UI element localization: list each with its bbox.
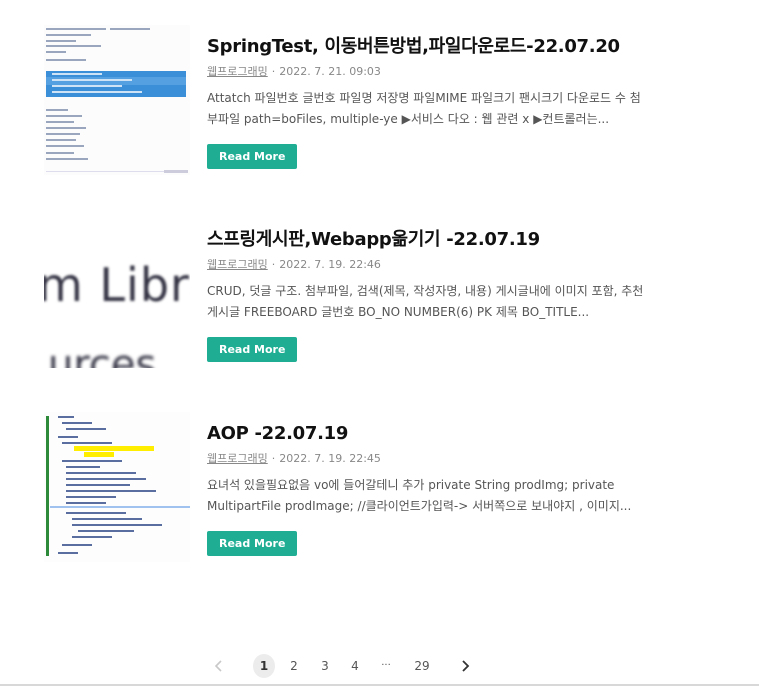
post-excerpt: Attatch 파일번호 글번호 파일명 저장명 파일MIME 파일크기 팬시크… xyxy=(207,91,641,126)
code-screenshot-thumbnail xyxy=(44,412,190,562)
post-thumbnail[interactable] xyxy=(44,25,190,175)
pagination: 1 2 3 4 ··· 29 xyxy=(0,654,759,678)
page-last-button[interactable]: 29 xyxy=(410,654,434,678)
post-date: 2022. 7. 19. 22:45 xyxy=(279,452,381,465)
chevron-right-icon[interactable] xyxy=(460,654,476,678)
post-card: m Libra urces 스프링게시판,Webapp옮기기 -22.07.19… xyxy=(44,218,744,368)
post-excerpt: CRUD, 덧글 구조. 첨부파일, 검색(제목, 작성자명, 내용) 게시글내… xyxy=(207,284,644,319)
page-1-button[interactable]: 1 xyxy=(253,654,275,678)
read-more-button[interactable]: Read More xyxy=(207,337,298,362)
pagination-ellipsis: ··· xyxy=(381,660,391,671)
page-4-button[interactable]: 4 xyxy=(346,654,364,678)
page-2-button[interactable]: 2 xyxy=(285,654,303,678)
post-author[interactable]: 웹프로그래밍 xyxy=(207,258,268,271)
post-card: AOP -22.07.19 웹프로그래밍 · 2022. 7. 19. 22:45 … xyxy=(44,412,744,562)
post-date: 2022. 7. 19. 22:46 xyxy=(279,258,381,271)
meta-separator: · xyxy=(271,258,276,271)
meta-separator: · xyxy=(271,452,276,465)
thumbnail-text: m Libra xyxy=(44,258,190,312)
post-title[interactable]: 스프링게시판,Webapp옮기기 -22.07.19 xyxy=(207,228,647,252)
post-meta: 웹프로그래밍 · 2022. 7. 19. 22:46 xyxy=(207,257,647,273)
post-title[interactable]: SpringTest, 이동버튼방법,파일다운로드-22.07.20 xyxy=(207,35,647,59)
meta-separator: · xyxy=(271,65,276,78)
post-meta: 웹프로그래밍 · 2022. 7. 21. 09:03 xyxy=(207,64,647,80)
post-title[interactable]: AOP -22.07.19 xyxy=(207,422,647,446)
read-more-button[interactable]: Read More xyxy=(207,531,298,556)
page-3-button[interactable]: 3 xyxy=(316,654,334,678)
post-meta: 웹프로그래밍 · 2022. 7. 19. 22:45 xyxy=(207,451,647,467)
read-more-button[interactable]: Read More xyxy=(207,144,298,169)
thumbnail-text: urces xyxy=(48,342,157,368)
post-date: 2022. 7. 21. 09:03 xyxy=(279,65,381,78)
post-info: SpringTest, 이동버튼방법,파일다운로드-22.07.20 웹프로그래… xyxy=(207,35,647,169)
chevron-left-icon[interactable] xyxy=(214,654,230,678)
post-author[interactable]: 웹프로그래밍 xyxy=(207,452,268,465)
post-author[interactable]: 웹프로그래밍 xyxy=(207,65,268,78)
post-thumbnail[interactable]: m Libra urces xyxy=(44,218,190,368)
post-excerpt: 요녀석 있을필요없음 vo에 들어갈테니 추가 private String p… xyxy=(207,478,632,513)
post-card: SpringTest, 이동버튼방법,파일다운로드-22.07.20 웹프로그래… xyxy=(44,25,744,175)
post-info: AOP -22.07.19 웹프로그래밍 · 2022. 7. 19. 22:45 … xyxy=(207,422,647,556)
code-screenshot-thumbnail xyxy=(44,25,190,175)
post-info: 스프링게시판,Webapp옮기기 -22.07.19 웹프로그래밍 · 2022. … xyxy=(207,228,647,362)
post-thumbnail[interactable] xyxy=(44,412,190,562)
